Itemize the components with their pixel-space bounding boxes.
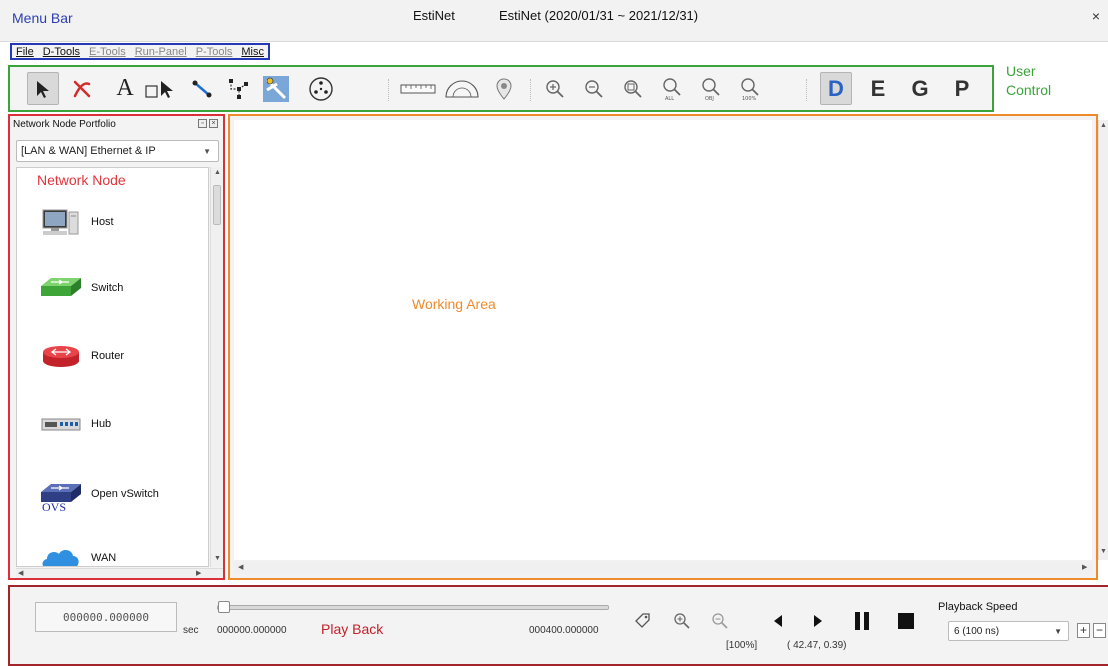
scroll-left-icon[interactable]: ◀: [238, 563, 243, 571]
zoom-in-icon[interactable]: [670, 609, 694, 633]
canvas-horizontal-scrollbar[interactable]: ◀ ▶: [234, 562, 1092, 574]
zoom-out-icon[interactable]: [578, 72, 610, 105]
node-list-scrollbar[interactable]: ▲ ▼: [210, 167, 223, 567]
scroll-up-icon[interactable]: ▲: [1100, 122, 1107, 129]
mode-d-button[interactable]: D: [820, 72, 852, 105]
pause-icon[interactable]: [850, 609, 874, 633]
playback-annotation: Play Back: [321, 621, 384, 637]
network-node-portfolio-panel: Network Node Portfolio ▫ × [LAN & WAN] E…: [8, 114, 225, 580]
close-panel-icon[interactable]: ×: [209, 119, 218, 128]
user-control-toolbar: A ALL OBJ 100% D E G P: [8, 65, 994, 112]
zoom-level: [100%]: [726, 640, 758, 651]
playback-panel: 000000.000000 sec 000000.000000 Play Bac…: [8, 585, 1108, 666]
zoom-in-icon[interactable]: [539, 72, 571, 105]
text-tool-icon[interactable]: A: [109, 72, 141, 105]
ruler-icon[interactable]: [398, 72, 438, 105]
list-item-wan[interactable]: WAN: [39, 542, 116, 566]
float-panel-icon[interactable]: ▫: [198, 119, 207, 128]
scroll-right-icon[interactable]: ▶: [1082, 563, 1087, 571]
chevron-down-icon: ▼: [1054, 627, 1062, 636]
app-name: EstiNet: [413, 8, 455, 23]
host-icon: [39, 206, 83, 238]
zoom-100-icon[interactable]: 100%: [734, 72, 766, 105]
end-time: 000400.000000: [529, 625, 599, 636]
scroll-right-icon[interactable]: ▶: [196, 569, 201, 577]
hub-icon: [39, 408, 83, 440]
topology-canvas[interactable]: Working Area: [234, 120, 1092, 560]
stop-icon[interactable]: [894, 609, 918, 633]
location-pin-icon[interactable]: [488, 72, 520, 105]
playback-slider-handle[interactable]: [218, 601, 230, 613]
scroll-down-icon[interactable]: ▼: [214, 555, 221, 562]
start-time: 000000.000000: [217, 625, 287, 636]
scroll-thumb[interactable]: [213, 185, 221, 225]
zoom-fit-icon[interactable]: [617, 72, 649, 105]
title-bar: Menu Bar EstiNet EstiNet (2020/01/31 ~ 2…: [0, 0, 1108, 42]
working-area-annotation: Working Area: [412, 296, 496, 312]
wireless-node-icon[interactable]: [305, 72, 337, 105]
speed-decrease-button[interactable]: −: [1093, 623, 1106, 638]
cursor-coordinates: ( 42.47, 0.39): [787, 640, 847, 651]
zoom-all-icon[interactable]: ALL: [656, 72, 688, 105]
list-item-router[interactable]: Router: [39, 340, 124, 372]
delete-link-icon[interactable]: [66, 72, 98, 105]
route-path-icon[interactable]: [260, 72, 292, 105]
network-node-annotation: Network Node: [37, 172, 126, 188]
rectangle-select-icon[interactable]: [142, 72, 182, 105]
ovs-icon: OVS: [39, 474, 83, 514]
window-title: EstiNet (2020/01/31 ~ 2021/12/31): [499, 8, 699, 23]
menu-d-tools[interactable]: D-Tools: [43, 46, 80, 58]
zoom-out-icon[interactable]: [708, 609, 732, 633]
cloud-icon: [39, 542, 83, 566]
svg-text:ALL: ALL: [665, 96, 674, 101]
step-back-icon[interactable]: [766, 609, 790, 633]
protractor-icon[interactable]: [442, 72, 482, 105]
menu-e-tools[interactable]: E-Tools: [89, 46, 126, 58]
node-list: Network Node Host Switch Router Hub OVS …: [16, 167, 209, 567]
menu-p-tools[interactable]: P-Tools: [196, 46, 233, 58]
draw-link-icon[interactable]: [186, 72, 218, 105]
mode-e-button[interactable]: E: [862, 72, 894, 105]
menu-file[interactable]: File: [16, 46, 34, 58]
category-select[interactable]: [LAN & WAN] Ethernet & IP ▼: [16, 140, 219, 162]
svg-text:100%: 100%: [742, 96, 757, 101]
scroll-down-icon[interactable]: ▼: [1100, 548, 1107, 555]
close-icon[interactable]: ×: [1092, 8, 1100, 24]
scroll-left-icon[interactable]: ◀: [18, 569, 23, 577]
user-control-annotation: User Control: [1006, 63, 1052, 98]
playback-speed-select[interactable]: 6 (100 ns) ▼: [948, 621, 1069, 641]
time-unit: sec: [183, 625, 199, 636]
current-time-display: 000000.000000: [35, 602, 177, 632]
list-item-open-vswitch[interactable]: OVS Open vSwitch: [39, 474, 159, 514]
menu-bar-annotation: Menu Bar: [12, 10, 73, 26]
list-item-host[interactable]: Host: [39, 206, 114, 238]
list-item-hub[interactable]: Hub: [39, 408, 111, 440]
panel-title: Network Node Portfolio: [13, 119, 116, 130]
canvas-vertical-scrollbar[interactable]: ▲ ▼: [1098, 120, 1108, 560]
playback-speed-label: Playback Speed: [938, 601, 1018, 613]
select-pointer-icon[interactable]: [27, 72, 59, 105]
router-icon: [39, 340, 83, 372]
zoom-object-icon[interactable]: OBJ: [695, 72, 727, 105]
speed-increase-button[interactable]: +: [1077, 623, 1090, 638]
list-item-switch[interactable]: Switch: [39, 272, 123, 304]
chevron-down-icon: ▼: [203, 147, 211, 156]
tag-icon[interactable]: [630, 609, 654, 633]
switch-icon: [39, 272, 83, 304]
panel-horizontal-scrollbar[interactable]: ◀ ▶: [16, 568, 223, 578]
svg-text:OBJ: OBJ: [705, 96, 714, 101]
playback-slider[interactable]: [217, 605, 609, 610]
play-icon[interactable]: [806, 609, 830, 633]
topology-icon[interactable]: [222, 72, 254, 105]
menu-misc[interactable]: Misc: [241, 46, 264, 58]
menu-bar: File D-Tools E-Tools Run-Panel P-Tools M…: [10, 43, 270, 60]
working-area: Working Area ◀ ▶: [228, 114, 1098, 580]
menu-run-panel[interactable]: Run-Panel: [135, 46, 187, 58]
mode-g-button[interactable]: G: [904, 72, 936, 105]
scroll-up-icon[interactable]: ▲: [214, 169, 221, 176]
mode-p-button[interactable]: P: [946, 72, 978, 105]
